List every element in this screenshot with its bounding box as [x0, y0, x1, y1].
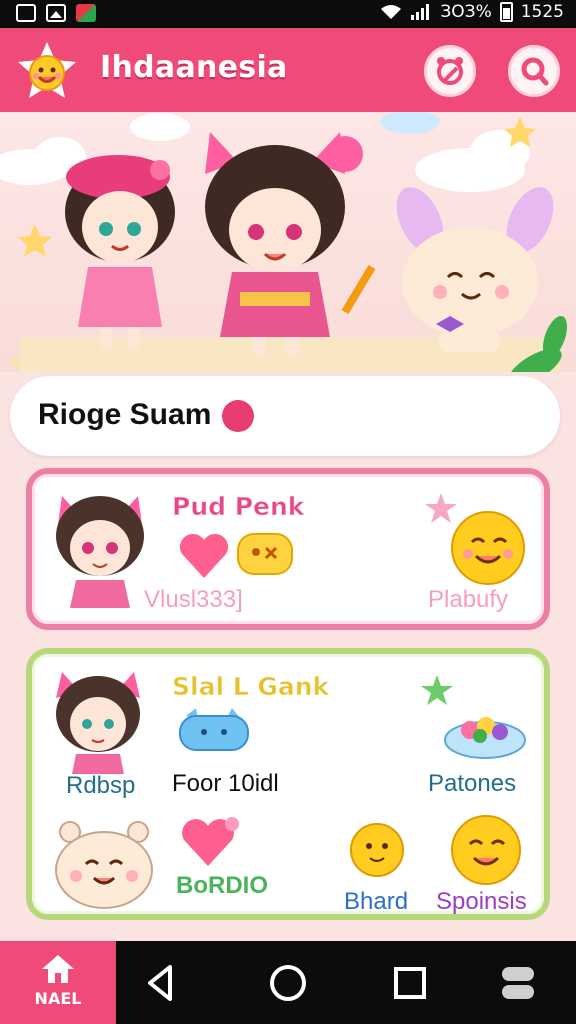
character-bunny-creature — [396, 187, 554, 352]
navigation-bar: NAEL — [0, 941, 576, 1024]
card-pud-penk[interactable]: Pud Penk Vlusl333] Plabufy — [26, 468, 550, 630]
profile-button[interactable] — [424, 45, 476, 97]
hero-illustration — [0, 112, 568, 372]
hero-banner — [0, 112, 576, 372]
smiley-blob-icon-2 — [451, 815, 521, 885]
row2-label-right2: Spoinsis — [436, 888, 527, 915]
row2-label-mid: BoRDIO — [176, 872, 268, 899]
search-bar[interactable]: Rioge Suam — [10, 376, 560, 456]
smiley-blob-icon — [451, 511, 525, 585]
heart-flower-icon — [182, 817, 239, 866]
home-icon — [42, 955, 74, 983]
face-icon — [437, 57, 463, 85]
card-title: Slal L Gank — [171, 672, 330, 702]
green-star-icon — [421, 675, 453, 705]
chick-icon — [350, 823, 404, 877]
menu-icon[interactable] — [496, 961, 540, 1005]
clock: 1525 — [520, 2, 564, 22]
back-icon[interactable] — [140, 961, 184, 1005]
cat-girl-avatar-2 — [56, 672, 140, 774]
fruit-bowl-icon — [444, 717, 526, 759]
hamster-bun-icon — [55, 821, 153, 909]
row2-label-right1: Bhard — [344, 888, 409, 915]
row1-label-left: Rdbsp — [66, 772, 136, 799]
search-icon — [521, 57, 549, 86]
flower-icon — [222, 400, 254, 432]
card-title: Pud Penk — [171, 492, 305, 522]
signal-icon — [411, 4, 430, 20]
smiley-star-logo-icon — [18, 42, 76, 98]
battery-icon — [499, 2, 513, 22]
card-slal-l-gank[interactable]: Slal L Gank Rdbsp Foor 10idl Patones BoR… — [26, 648, 550, 920]
recents-icon[interactable] — [388, 961, 432, 1005]
yellow-blob-icon — [237, 533, 293, 575]
character-girl-pink-beret — [65, 155, 175, 349]
character-girl-cat-ears — [205, 132, 376, 355]
heart-icon — [179, 533, 229, 578]
app-title: Ihdaanesia — [100, 50, 288, 85]
image-notification-icon — [46, 4, 66, 22]
card-label-right: Plabufy — [428, 586, 509, 613]
app-notification-icon — [76, 4, 96, 22]
blue-cat-blob-icon — [179, 708, 249, 751]
search-input-text: Rioge Suam — [38, 398, 212, 431]
app-header: Ihdaanesia — [0, 28, 576, 112]
status-bar: ЗОЗ% 1525 — [0, 0, 576, 28]
wifi-icon — [381, 5, 402, 19]
home-label: NAEL — [34, 989, 82, 1008]
cat-girl-avatar — [56, 496, 144, 608]
gallery-notification-icon — [16, 4, 36, 22]
row1-label-mid: Foor 10idl — [172, 770, 279, 797]
search-button[interactable] — [508, 45, 560, 97]
row1-label-right: Patones — [428, 770, 517, 797]
home-tab[interactable]: NAEL — [0, 941, 116, 1024]
battery-percent: ЗОЗ% — [440, 2, 492, 22]
home-circle-icon[interactable] — [266, 961, 310, 1005]
card-label-left: Vlusl333] — [144, 586, 243, 613]
